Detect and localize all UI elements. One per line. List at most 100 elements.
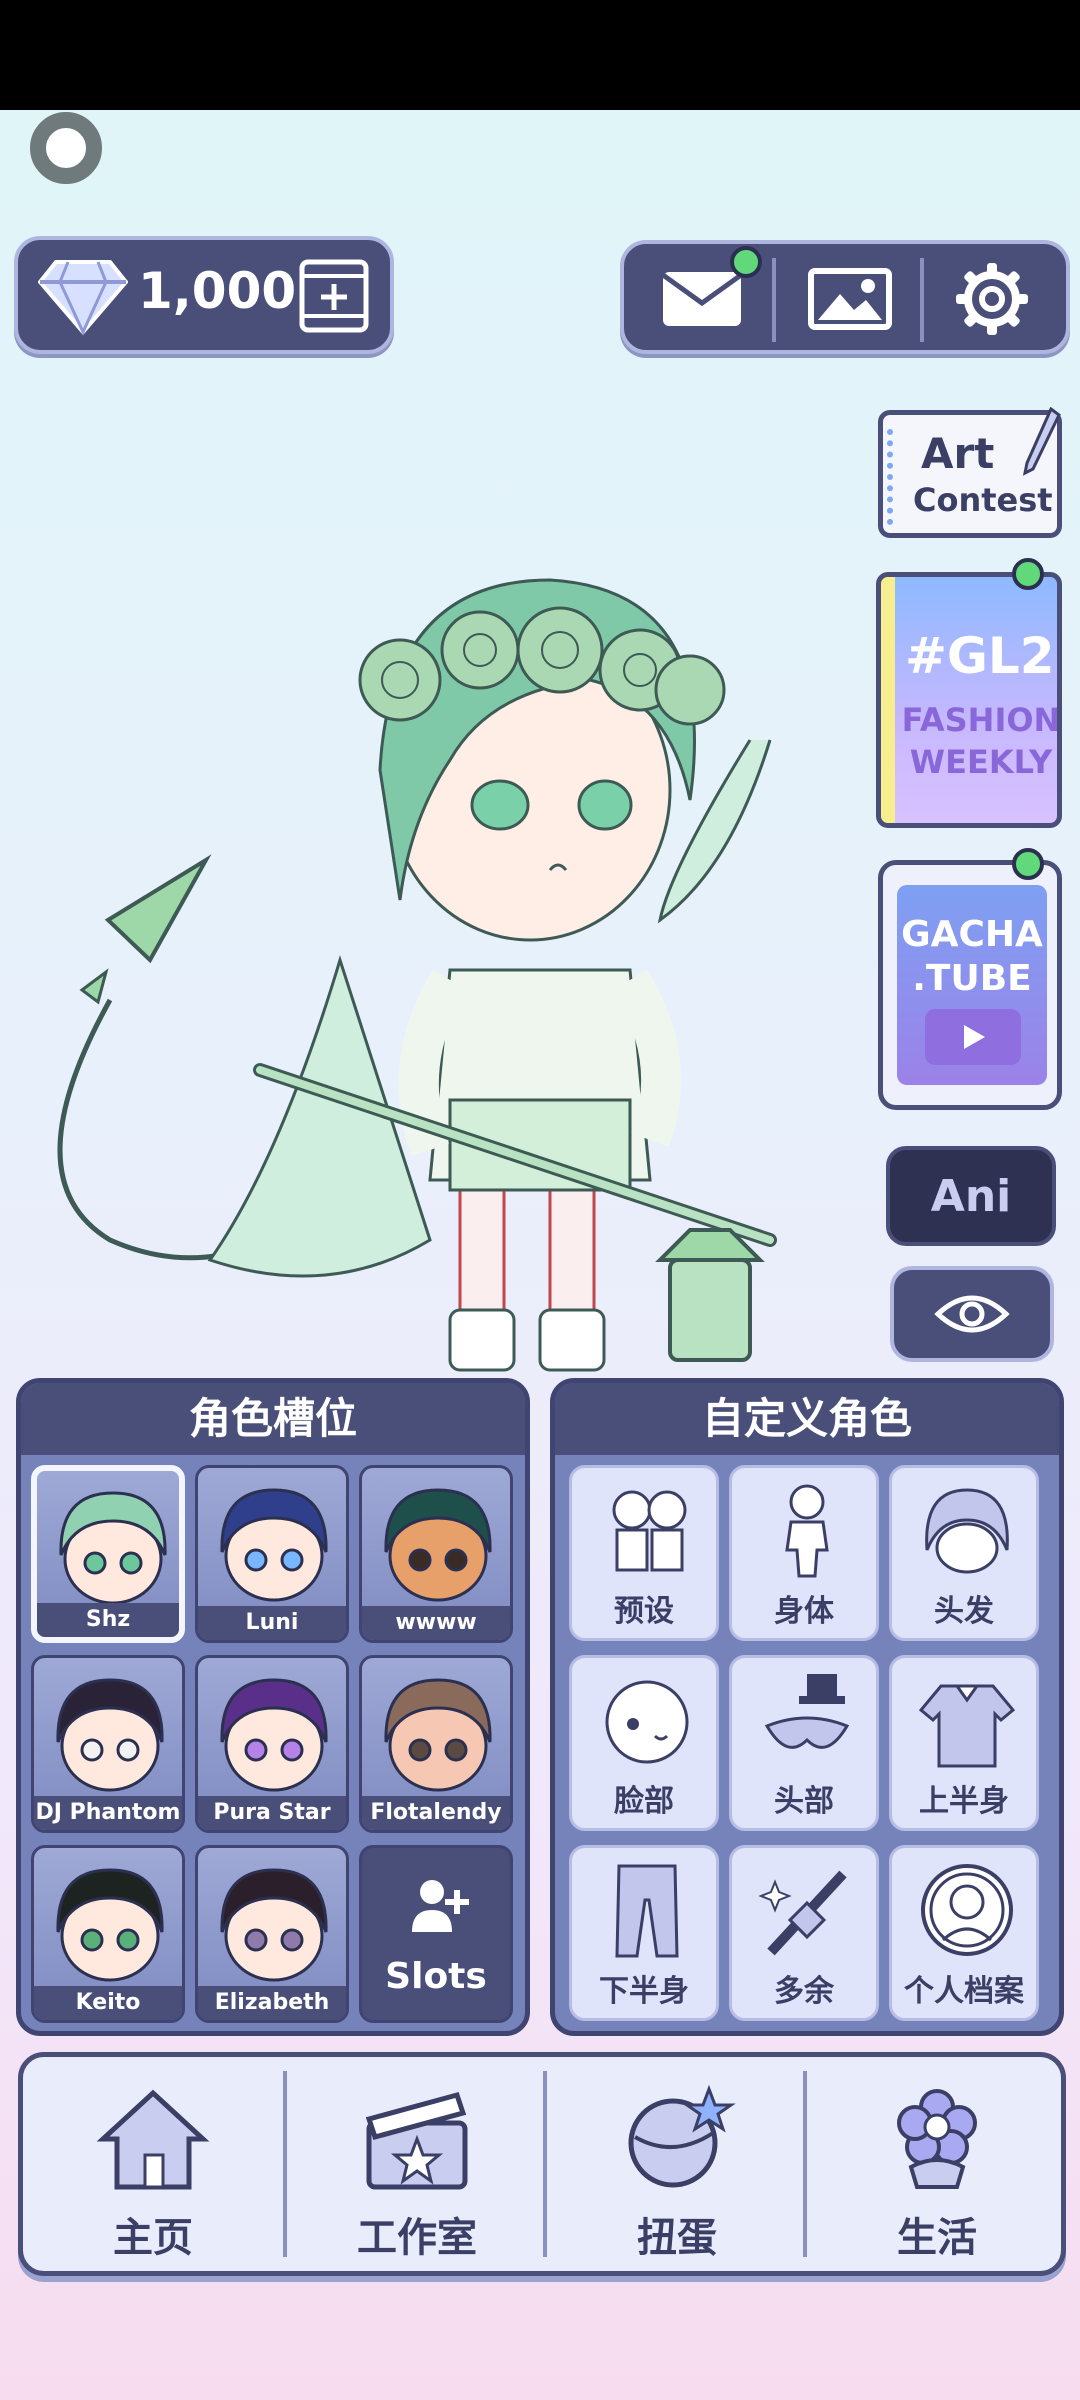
category-label: 脸部 [614, 1784, 674, 1819]
bottom-navigation: 主页 工作室 扭蛋 生活 [18, 2052, 1066, 2276]
category-label: 个人档案 [904, 1974, 1024, 2009]
character-slots-panel: 角色槽位 Shz Luni wwww DJ Phantom Pura Star Flota… [16, 1378, 530, 2036]
presets-icon [612, 1490, 687, 1572]
upper-body-icon [918, 1684, 1016, 1768]
character-slot[interactable]: Keito [31, 1845, 185, 2023]
slot-name: wwww [362, 1606, 510, 1640]
character-avatar [384, 1488, 492, 1602]
character-slot[interactable]: Elizabeth [195, 1845, 349, 2023]
category-face[interactable]: 脸部 [569, 1655, 719, 1831]
category-label: 预设 [614, 1594, 674, 1629]
profile-icon [921, 1864, 1013, 1956]
nav-studio-label: 工作室 [357, 2215, 477, 2261]
avatar-eye-left [408, 1548, 432, 1572]
notification-dot [1012, 848, 1044, 880]
avatar-eye-right [444, 1548, 468, 1572]
category-label: 上半身 [919, 1784, 1009, 1819]
art-contest-button[interactable]: Art Contest [878, 407, 1062, 538]
gem-counter: 1,000 [14, 236, 394, 354]
add-slots-button[interactable]: Slots [359, 1845, 513, 2023]
character-slot[interactable]: Luni [195, 1465, 349, 1643]
hair-icon [925, 1488, 1009, 1574]
category-lower-body[interactable]: 下半身 [569, 1845, 719, 2021]
head-icon [764, 1674, 850, 1749]
gl2-line2: WEEKLY [909, 743, 1053, 781]
category-label: 头部 [774, 1784, 834, 1819]
play-button [925, 1009, 1021, 1065]
slot-name: Luni [198, 1606, 346, 1640]
nav-life[interactable]: 生活 [807, 2057, 1067, 2271]
category-label: 身体 [774, 1594, 834, 1629]
flower-icon [897, 2089, 977, 2189]
character-avatar [384, 1678, 492, 1792]
nav-home[interactable]: 主页 [23, 2057, 283, 2271]
gacha-tube-button[interactable]: GACHA .TUBE [878, 860, 1062, 1110]
character-avatar [59, 1491, 167, 1605]
status-bar [0, 0, 1080, 110]
avatar-eye-left [244, 1738, 268, 1762]
avatar-eye-right [280, 1928, 304, 1952]
avatar-eye-left [80, 1738, 104, 1762]
add-gems-icon[interactable] [298, 258, 370, 334]
character-slot[interactable]: wwww [359, 1465, 513, 1643]
category-presets[interactable]: 预设 [569, 1465, 719, 1641]
slot-name: Keito [34, 1986, 182, 2020]
nav-life-label: 生活 [897, 2215, 977, 2261]
avatar-eye-left [244, 1548, 268, 1572]
slot-name: DJ Phantom [34, 1796, 182, 1830]
character-slot[interactable]: Flotalendy [359, 1655, 513, 1833]
gl2-fashion-weekly-button[interactable]: #GL2 FASHION WEEKLY [876, 572, 1062, 828]
notebook-rings [887, 429, 907, 525]
settings-button[interactable] [932, 254, 1052, 344]
pencil-icon [1022, 407, 1061, 476]
nav-gacha-label: 扭蛋 [637, 2215, 717, 2261]
gacha-tube-label: GACHA .TUBE [897, 913, 1047, 1001]
art-contest-label: Art [921, 429, 995, 478]
customize-panel: 自定义角色 预设 身体 头发脸部 头部 上半身下半身 多余 个人档案 [550, 1378, 1064, 2036]
toggle-ui-button[interactable] [890, 1266, 1054, 1362]
floating-record-button[interactable] [30, 112, 102, 184]
gacha-tube-line2: .TUBE [912, 958, 1032, 999]
category-profile[interactable]: 个人档案 [889, 1845, 1039, 2021]
add-user-icon [412, 1880, 469, 1932]
customize-panel-title: 自定义角色 [555, 1383, 1059, 1455]
avatar-eye-right [280, 1548, 304, 1572]
category-head[interactable]: 头部 [729, 1655, 879, 1831]
character-slot[interactable]: DJ Phantom [31, 1655, 185, 1833]
category-label: 多余 [774, 1974, 834, 2009]
add-slots-label: Slots [385, 1956, 487, 1997]
tube-screen: GACHA .TUBE [897, 885, 1047, 1085]
gl2-subtitle: FASHION WEEKLY [901, 699, 1061, 783]
character-avatar [220, 1678, 328, 1792]
character-avatar [220, 1868, 328, 1982]
toolbar-divider [920, 258, 924, 342]
gacha-tube-line1: GACHA [901, 914, 1043, 955]
avatar-eye-right [280, 1738, 304, 1762]
lower-body-icon [615, 1864, 679, 1958]
nav-studio[interactable]: 工作室 [287, 2057, 547, 2271]
gl2-title: #GL2 [905, 627, 1055, 685]
category-label: 头发 [934, 1594, 994, 1629]
house-icon [96, 2089, 210, 2190]
nav-home-label: 主页 [113, 2215, 193, 2261]
category-upper-body[interactable]: 上半身 [889, 1655, 1039, 1831]
play-icon [964, 1025, 985, 1049]
avatar-eye-right [116, 1738, 140, 1762]
mail-button[interactable] [642, 246, 762, 344]
nav-gacha[interactable]: 扭蛋 [547, 2057, 807, 2271]
character-avatar [56, 1868, 164, 1982]
image-icon [808, 268, 892, 330]
gallery-button[interactable] [790, 254, 910, 344]
category-body[interactable]: 身体 [729, 1465, 879, 1641]
character-slot[interactable]: Shz [31, 1465, 185, 1643]
gl2-line1: FASHION [901, 701, 1061, 739]
category-hair[interactable]: 头发 [889, 1465, 1039, 1641]
slots-panel-title: 角色槽位 [21, 1383, 525, 1455]
magazine-spine [881, 577, 895, 823]
ani-button[interactable]: Ani [886, 1146, 1056, 1246]
character-preview[interactable] [30, 540, 850, 1380]
character-slot[interactable]: Pura Star [195, 1655, 349, 1833]
avatar-eye-right [444, 1738, 468, 1762]
eye-icon [934, 1295, 1010, 1333]
category-extra[interactable]: 多余 [729, 1845, 879, 2021]
